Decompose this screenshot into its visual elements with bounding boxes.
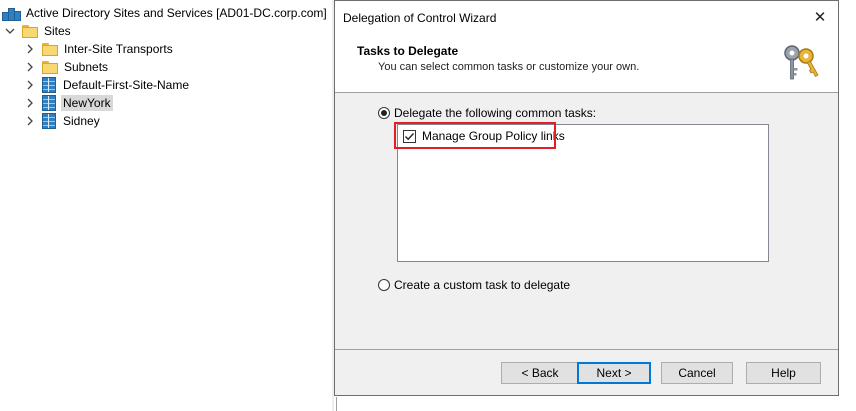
back-button[interactable]: < Back	[501, 362, 579, 384]
tree-root-item[interactable]: Active Directory Sites and Services [AD0…	[2, 4, 329, 22]
dialog-titlebar[interactable]: Delegation of Control Wizard ✕	[335, 1, 838, 35]
radio-label: Delegate the following common tasks:	[394, 106, 597, 120]
page-subtitle: You can select common tasks or customize…	[378, 61, 640, 73]
site-icon	[42, 95, 56, 111]
tree-item-label: Sidney	[63, 114, 100, 128]
site-icon	[42, 113, 56, 129]
divider	[336, 397, 337, 411]
close-icon[interactable]: ✕	[812, 9, 828, 26]
button-separator	[335, 349, 838, 350]
tree-item-label: Default-First-Site-Name	[63, 78, 190, 92]
tree-item-inter-site-transports[interactable]: Inter-Site Transports	[24, 40, 175, 58]
tree-item-sidney[interactable]: Sidney	[24, 112, 102, 130]
tree-item-label: Sites	[44, 24, 71, 38]
tree-item-subnets[interactable]: Subnets	[24, 58, 110, 76]
cancel-button[interactable]: Cancel	[661, 362, 733, 384]
folder-icon	[42, 42, 58, 56]
console-tree: Active Directory Sites and Services [AD0…	[0, 0, 332, 411]
delegate-common-tasks-radio[interactable]: Delegate the following common tasks:	[378, 106, 596, 120]
chevron-down-icon[interactable]	[4, 25, 16, 37]
dialog-title: Delegation of Control Wizard	[343, 11, 497, 25]
radio-unselected-icon[interactable]	[378, 279, 390, 291]
chevron-right-icon[interactable]	[24, 43, 36, 55]
custom-task-radio[interactable]: Create a custom task to delegate	[378, 278, 570, 292]
delegation-wizard-dialog: Delegation of Control Wizard ✕ Tasks to …	[334, 0, 839, 396]
tree-root-label: Active Directory Sites and Services [AD0…	[26, 6, 327, 20]
tree-item-sites[interactable]: Sites	[4, 22, 73, 40]
folder-icon	[22, 24, 38, 38]
chevron-right-icon[interactable]	[24, 115, 36, 127]
keys-icon	[784, 45, 819, 80]
ad-sites-icon	[2, 6, 21, 21]
chevron-right-icon[interactable]	[24, 61, 36, 73]
tree-item-label: Subnets	[64, 60, 109, 74]
next-button[interactable]: Next >	[577, 362, 651, 384]
background-strip	[839, 0, 856, 411]
tree-item-default-first-site[interactable]: Default-First-Site-Name	[24, 76, 191, 94]
folder-icon	[42, 60, 58, 74]
radio-label: Create a custom task to delegate	[394, 278, 571, 292]
wizard-header: Tasks to Delegate You can select common …	[335, 35, 838, 93]
chevron-right-icon[interactable]	[24, 79, 36, 91]
help-button[interactable]: Help	[746, 362, 821, 384]
tree-item-label: Inter-Site Transports	[64, 42, 173, 56]
highlight-box	[394, 122, 556, 149]
radio-selected-icon[interactable]	[378, 107, 390, 119]
tree-item-label: NewYork	[61, 95, 113, 111]
tree-item-newyork[interactable]: NewYork	[24, 94, 113, 112]
site-icon	[42, 77, 56, 93]
page-title: Tasks to Delegate	[357, 44, 459, 58]
chevron-right-icon[interactable]	[24, 97, 36, 109]
